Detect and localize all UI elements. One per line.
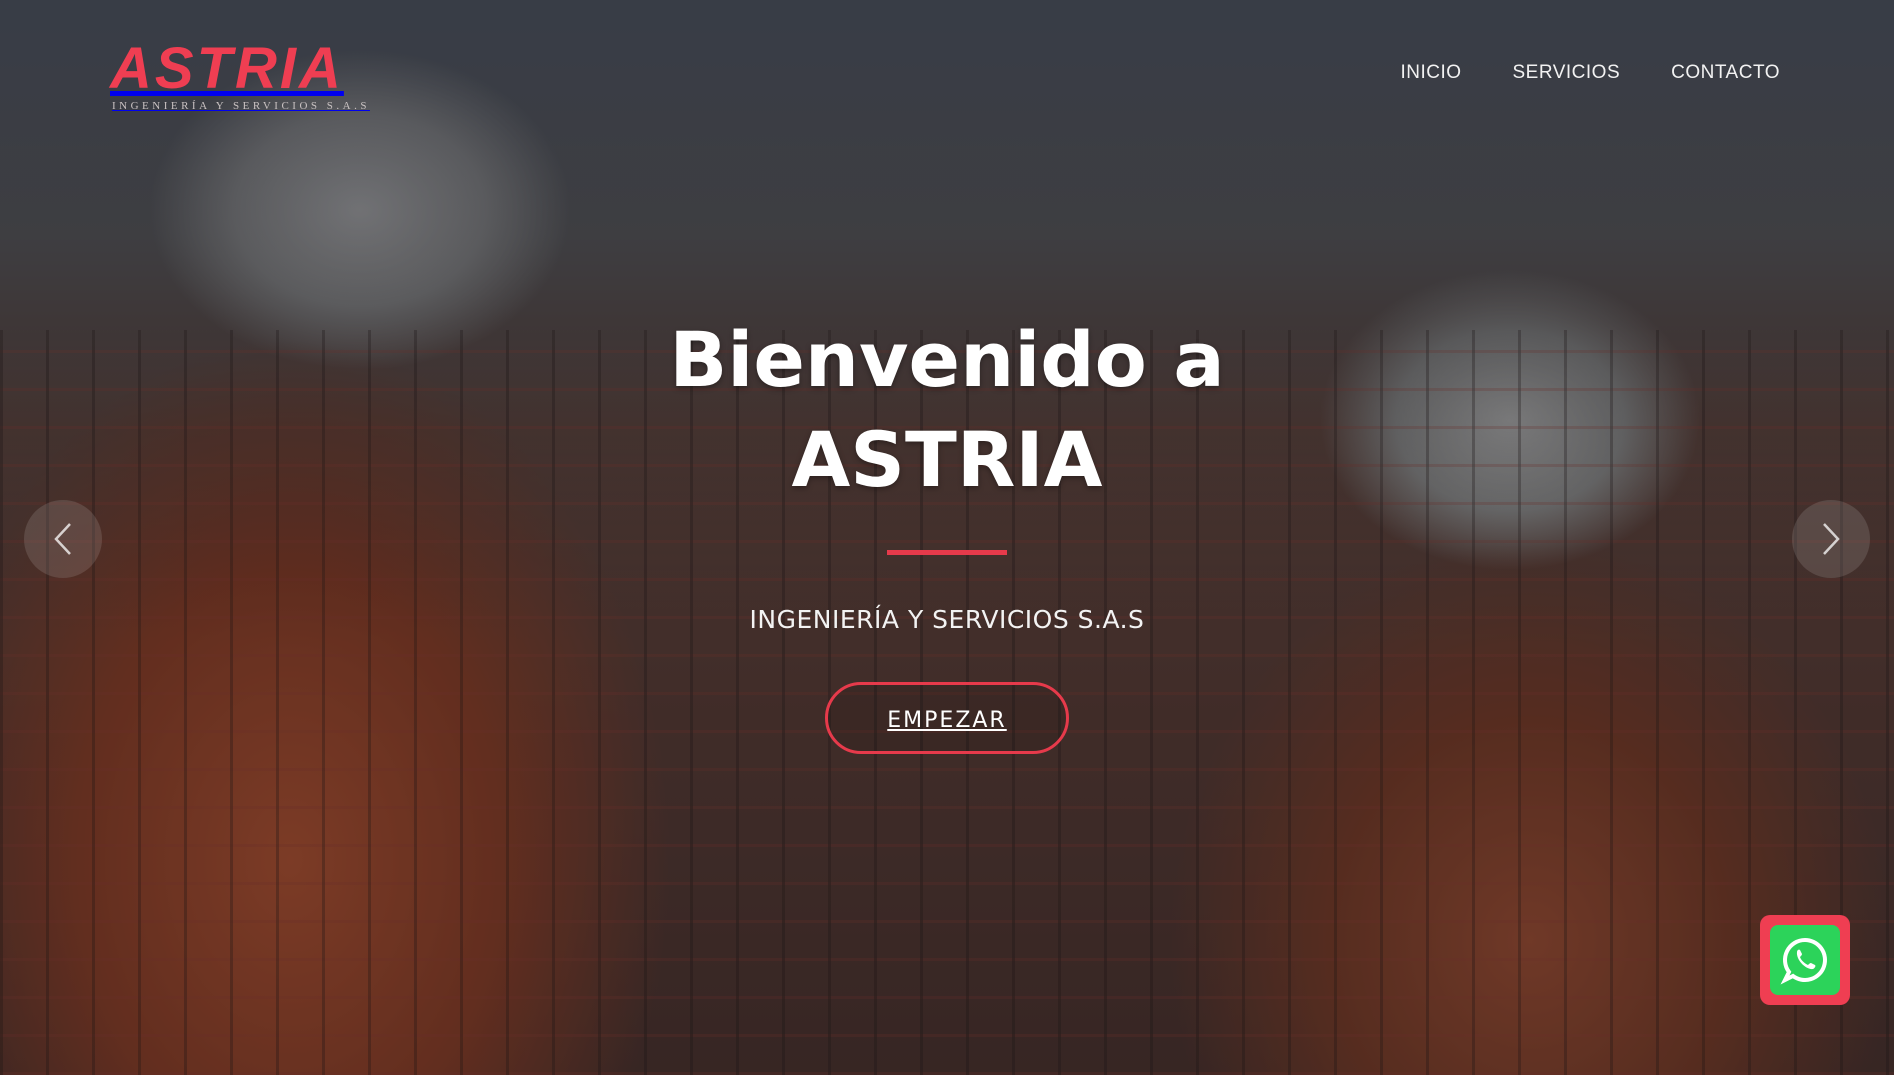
logo-wordmark: ASTRIA [110, 36, 344, 101]
logo-tagline: INGENIERÍA Y SERVICIOS S.A.S [112, 100, 370, 112]
hero-subtitle: INGENIERÍA Y SERVICIOS S.A.S [749, 605, 1145, 634]
nav-inicio[interactable]: INICIO [1400, 62, 1461, 84]
main-nav: INICIO SERVICIOS CONTACTO [1400, 62, 1780, 84]
hero-title-line1: Bienvenido a [669, 315, 1225, 404]
chevron-left-icon [54, 523, 71, 555]
carousel-next-button[interactable] [1792, 500, 1870, 578]
logo[interactable]: ASTRIA INGENIERÍA Y SERVICIOS S.A.S [110, 36, 370, 113]
hero-title: Bienvenido a ASTRIA [637, 310, 1257, 510]
hero-divider [887, 550, 1007, 555]
nav-contacto[interactable]: CONTACTO [1671, 62, 1780, 84]
empezar-button[interactable]: EMPEZAR [825, 682, 1069, 754]
nav-servicios[interactable]: SERVICIOS [1513, 62, 1621, 84]
whatsapp-icon [1780, 937, 1827, 985]
chevron-right-icon [1823, 523, 1840, 555]
hero-title-line2: ASTRIA [791, 415, 1103, 504]
hero-content: Bienvenido a ASTRIA INGENIERÍA Y SERVICI… [0, 310, 1894, 754]
whatsapp-icon-bg [1770, 925, 1840, 995]
whatsapp-button[interactable] [1760, 915, 1850, 1005]
carousel-prev-button[interactable] [24, 500, 102, 578]
